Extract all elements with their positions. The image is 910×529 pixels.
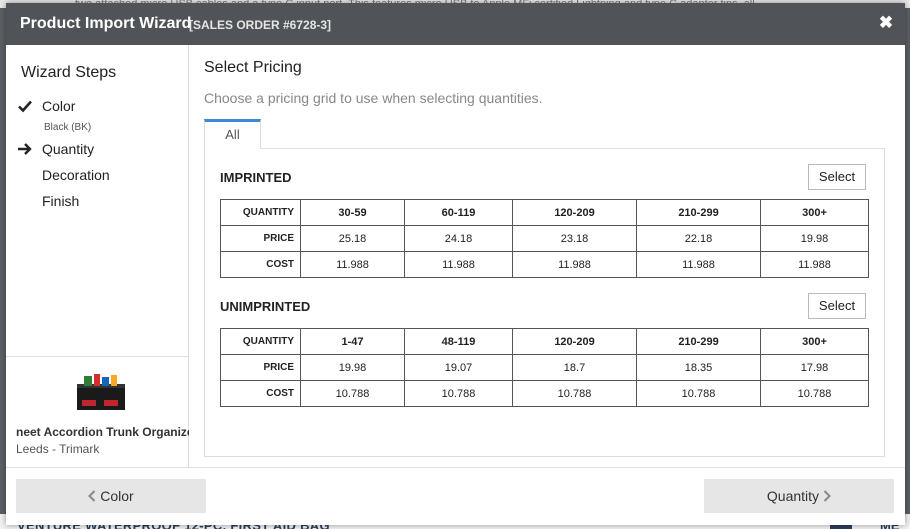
table-row: COST 11.988 11.988 11.988 11.988 11.988: [220, 251, 869, 278]
step-color: Color: [6, 96, 189, 118]
table-cell: 120-209: [512, 328, 637, 355]
table-cell: 18.35: [636, 354, 761, 381]
product-thumbnail: [77, 374, 125, 410]
chevron-right-icon: [823, 490, 831, 502]
table-cell: 48-119: [404, 328, 513, 355]
step-label: Color: [42, 98, 76, 114]
next-step-label: Quantity: [766, 488, 820, 504]
table-cell: 10.788: [404, 380, 513, 407]
wizard-steps-sidebar: Wizard Steps Color Black (BK) Quantity D…: [6, 45, 189, 467]
row-header: COST: [220, 380, 301, 407]
table-cell: 10.788: [300, 380, 405, 407]
page-description: Choose a pricing grid to use when select…: [204, 90, 543, 106]
chevron-left-icon: [88, 490, 96, 502]
modal-header: Product Import Wizard [SALES ORDER #6728…: [6, 3, 905, 45]
table-cell: 22.18: [636, 225, 761, 252]
product-import-wizard-modal: Product Import Wizard [SALES ORDER #6728…: [6, 3, 905, 525]
main-content: Select Pricing Choose a pricing grid to …: [190, 45, 905, 467]
table-cell: 10.788: [636, 380, 761, 407]
table-cell: 11.988: [512, 251, 637, 278]
arrow-right-icon: [18, 143, 32, 155]
imprinted-price-table: QUANTITY 30-59 60-119 120-209 210-299 30…: [220, 199, 869, 278]
table-cell: 10.788: [760, 380, 869, 407]
table-row: QUANTITY 30-59 60-119 120-209 210-299 30…: [220, 199, 869, 226]
table-row: COST 10.788 10.788 10.788 10.788 10.788: [220, 380, 869, 407]
table-cell: 60-119: [404, 199, 513, 226]
table-row: QUANTITY 1-47 48-119 120-209 210-299 300…: [220, 328, 869, 355]
table-cell: 19.98: [300, 354, 405, 381]
sales-order-label: [SALES ORDER #6728-3]: [189, 18, 332, 32]
table-cell: 25.18: [300, 225, 405, 252]
table-row: PRICE 19.98 19.07 18.7 18.35 17.98: [220, 354, 869, 381]
select-unimprinted-button[interactable]: Select: [808, 293, 866, 319]
table-cell: 30-59: [300, 199, 405, 226]
row-header: QUANTITY: [220, 328, 301, 355]
tab-bar: All: [204, 119, 885, 149]
select-imprinted-button[interactable]: Select: [808, 164, 866, 190]
table-cell: 11.988: [760, 251, 869, 278]
step-quantity: Quantity: [6, 139, 189, 161]
product-summary: neet Accordion Trunk Organizer Leeds - T…: [6, 356, 189, 467]
product-brand: Leeds - Trimark: [16, 442, 100, 456]
table-cell: 1-47: [300, 328, 405, 355]
product-name: neet Accordion Trunk Organizer: [16, 425, 189, 439]
table-cell: 18.7: [512, 354, 637, 381]
row-header: PRICE: [220, 225, 301, 252]
table-cell: 210-299: [636, 199, 761, 226]
table-cell: 10.788: [512, 380, 637, 407]
table-cell: 19.98: [760, 225, 869, 252]
row-header: COST: [220, 251, 301, 278]
grid-title-imprinted: IMPRINTED: [220, 170, 292, 185]
step-label: Quantity: [42, 141, 95, 157]
modal-title: Product Import Wizard: [20, 15, 192, 32]
wizard-steps-title: Wizard Steps: [21, 64, 117, 81]
step-finish: Finish: [6, 191, 189, 213]
table-cell: 210-299: [636, 328, 761, 355]
previous-step-button[interactable]: Color: [16, 479, 206, 513]
step-label: Decoration: [42, 167, 110, 183]
step-label: Finish: [42, 193, 80, 209]
grid-title-unimprinted: UNIMPRINTED: [220, 299, 311, 314]
table-row: PRICE 25.18 24.18 23.18 22.18 19.98: [220, 225, 869, 252]
table-cell: 11.988: [300, 251, 405, 278]
page-title: Select Pricing: [204, 59, 302, 76]
row-header: PRICE: [220, 354, 301, 381]
table-cell: 11.988: [636, 251, 761, 278]
step-decoration: Decoration: [6, 165, 189, 187]
close-icon[interactable]: ✖: [878, 14, 894, 32]
next-step-button[interactable]: Quantity: [704, 479, 894, 513]
table-cell: 17.98: [760, 354, 869, 381]
step-color-value: Black (BK): [44, 122, 92, 133]
unimprinted-price-table: QUANTITY 1-47 48-119 120-209 210-299 300…: [220, 328, 869, 407]
table-cell: 11.988: [404, 251, 513, 278]
wizard-footer: Color Quantity: [6, 467, 905, 525]
pricing-tab-panel: IMPRINTED Select QUANTITY 30-59 60-119 1…: [204, 148, 885, 457]
tab-all[interactable]: All: [204, 119, 261, 149]
table-cell: 19.07: [404, 354, 513, 381]
previous-step-label: Color: [100, 488, 134, 504]
table-cell: 300+: [760, 199, 869, 226]
table-cell: 23.18: [512, 225, 637, 252]
table-cell: 24.18: [404, 225, 513, 252]
row-header: QUANTITY: [220, 199, 301, 226]
table-cell: 300+: [760, 328, 869, 355]
table-cell: 120-209: [512, 199, 637, 226]
checkmark-icon: [18, 100, 32, 113]
